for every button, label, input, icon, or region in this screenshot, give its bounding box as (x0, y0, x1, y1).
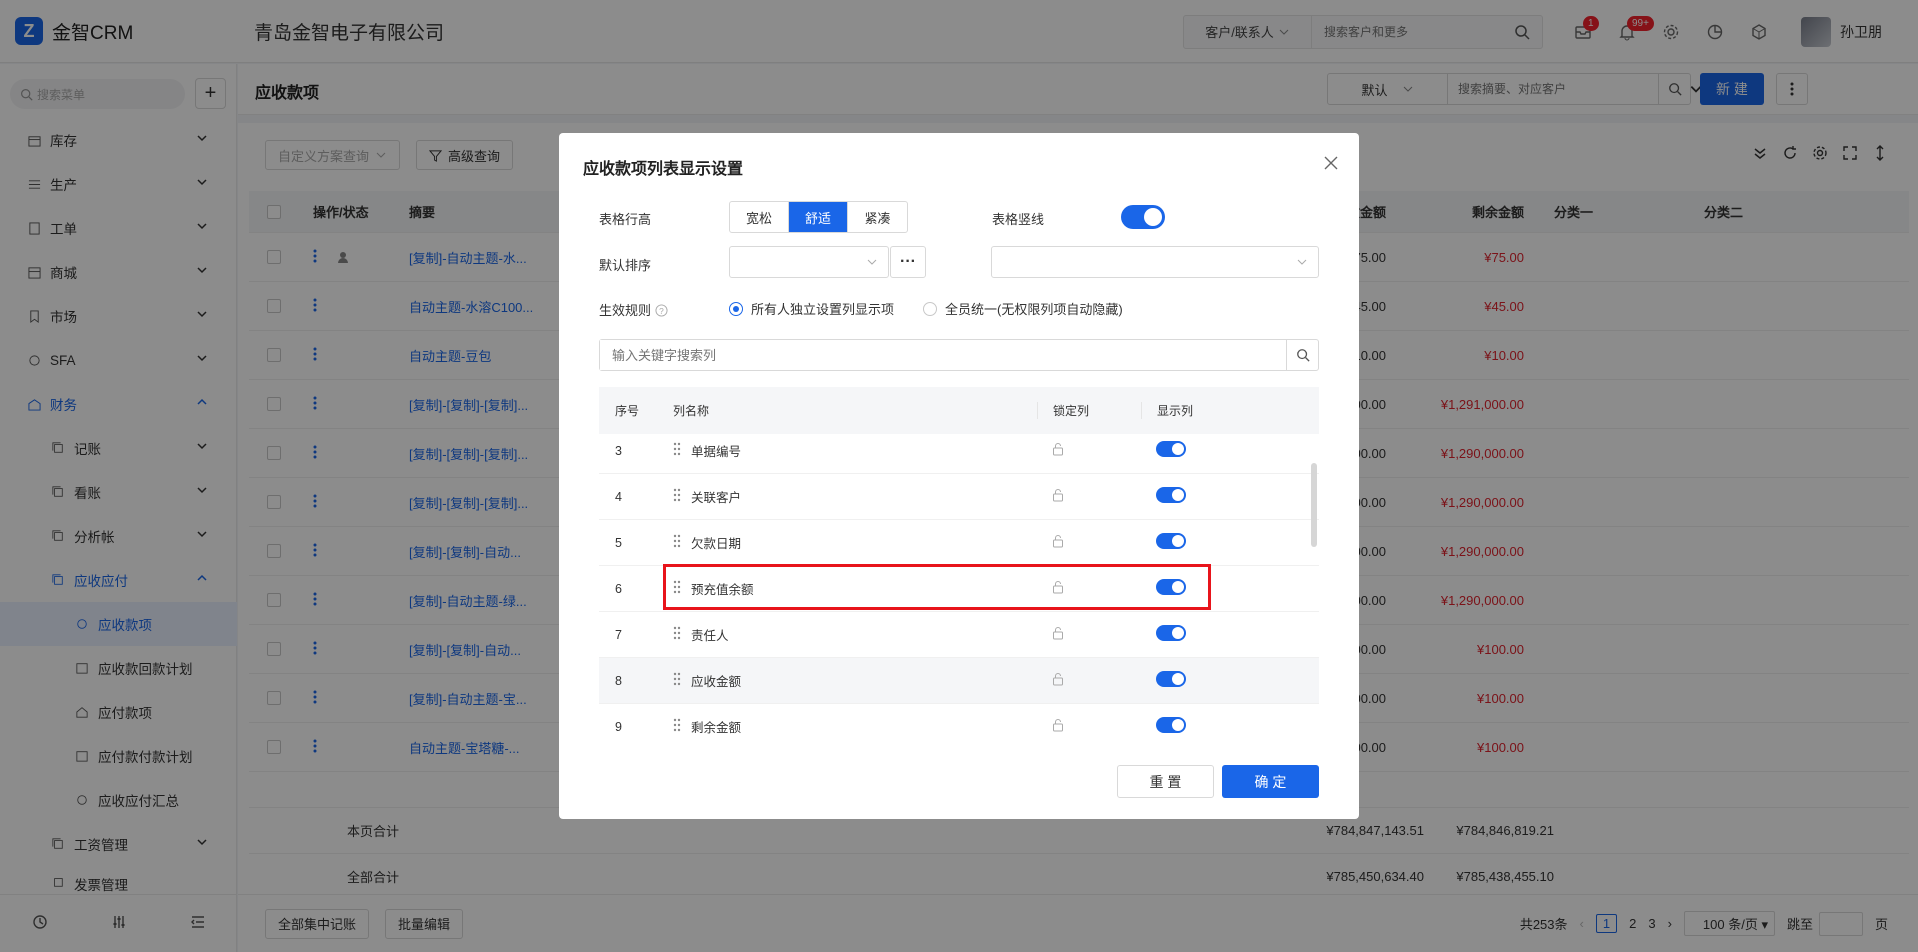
close-icon[interactable] (1321, 153, 1341, 173)
show-column-toggle[interactable] (1156, 441, 1186, 457)
column-name: 剩余金额 (691, 721, 742, 735)
unlock-icon[interactable] (1052, 718, 1064, 732)
sort-field-select[interactable] (729, 246, 889, 278)
column-index: 9 (615, 719, 622, 734)
column-index: 6 (615, 581, 622, 596)
header-show: 显示列 (1141, 402, 1311, 419)
column-index: 5 (615, 535, 622, 550)
column-row[interactable]: 4 关联客户 (599, 474, 1319, 520)
column-name-cell: 应收金额 (673, 671, 1037, 690)
header-lock: 锁定列 (1037, 402, 1141, 419)
help-icon: ? (655, 304, 668, 317)
default-sort-label: 默认排序 (599, 258, 652, 273)
row-height-loose[interactable]: 宽松 (730, 202, 789, 232)
chevron-down-icon (867, 259, 877, 265)
drag-handle-icon[interactable] (673, 672, 681, 689)
row-height-comfortable[interactable]: 舒适 (789, 202, 848, 232)
chevron-down-icon (1297, 259, 1307, 265)
column-list-scrollbar[interactable] (1311, 463, 1317, 547)
column-name: 关联客户 (691, 491, 742, 505)
show-column-toggle[interactable] (1156, 671, 1186, 687)
column-index: 7 (615, 627, 622, 642)
column-row[interactable]: 8 应收金额 (599, 658, 1319, 704)
header-name: 列名称 (673, 404, 710, 418)
show-column-toggle[interactable] (1156, 625, 1186, 641)
unlock-icon[interactable] (1052, 534, 1064, 548)
drag-handle-icon[interactable] (673, 488, 681, 505)
row-height-label: 表格行高 (599, 212, 652, 227)
drag-handle-icon[interactable] (673, 442, 681, 459)
show-column-toggle[interactable] (1156, 717, 1186, 733)
rule-label: 生效规则? (599, 300, 668, 319)
header-no: 序号 (615, 404, 640, 418)
column-name-cell: 欠款日期 (673, 533, 1037, 552)
column-row[interactable]: 3 单据编号 (599, 428, 1319, 474)
column-name-cell: 剩余金额 (673, 717, 1037, 736)
column-row[interactable]: 7 责任人 (599, 612, 1319, 658)
dialog-title: 应收款项列表显示设置 (583, 161, 744, 178)
vertical-line-label: 表格竖线 (992, 212, 1045, 227)
sort-order-select[interactable] (991, 246, 1319, 278)
column-name: 单据编号 (691, 445, 742, 459)
column-list-header: 序号 列名称 锁定列 显示列 (599, 387, 1319, 434)
highlight-box (663, 564, 1211, 610)
search-icon[interactable] (1286, 340, 1318, 370)
rule-unified-radio[interactable]: 全员统一(无权限列项自动隐藏) (923, 299, 1123, 318)
column-name-cell: 关联客户 (673, 487, 1037, 506)
drag-handle-icon[interactable] (673, 718, 681, 735)
column-search-input[interactable] (600, 340, 1286, 370)
unlock-icon[interactable] (1052, 488, 1064, 502)
row-height-segment: 宽松 舒适 紧凑 (729, 201, 908, 233)
drag-handle-icon[interactable] (673, 534, 681, 551)
radio-unchecked (923, 301, 937, 316)
sort-more-button[interactable]: ··· (890, 246, 926, 278)
column-row[interactable]: 5 欠款日期 (599, 520, 1319, 566)
vertical-line-toggle[interactable] (1121, 205, 1165, 229)
rule-individual-radio[interactable]: 所有人独立设置列显示项 (729, 299, 894, 318)
drag-handle-icon[interactable] (673, 626, 681, 643)
row-height-compact[interactable]: 紧凑 (848, 202, 907, 232)
column-index: 8 (615, 673, 622, 688)
show-column-toggle[interactable] (1156, 487, 1186, 503)
column-search (599, 339, 1319, 371)
column-name-cell: 责任人 (673, 625, 1037, 644)
column-index: 4 (615, 489, 622, 504)
column-name-cell: 单据编号 (673, 441, 1037, 460)
radio-checked (729, 301, 743, 316)
reset-button[interactable]: 重 置 (1117, 765, 1214, 798)
column-name: 应收金额 (691, 675, 742, 689)
column-name: 欠款日期 (691, 537, 742, 551)
column-settings-dialog: 应收款项列表显示设置 表格行高 宽松 舒适 紧凑 表格竖线 默认排序 ··· 生… (559, 133, 1359, 819)
column-row[interactable]: 9 剩余金额 (599, 704, 1319, 749)
confirm-button[interactable]: 确 定 (1222, 765, 1319, 798)
column-name: 责任人 (691, 629, 729, 643)
column-index: 3 (615, 443, 622, 458)
unlock-icon[interactable] (1052, 626, 1064, 640)
unlock-icon[interactable] (1052, 672, 1064, 686)
show-column-toggle[interactable] (1156, 533, 1186, 549)
unlock-icon[interactable] (1052, 442, 1064, 456)
svg-text:?: ? (659, 306, 664, 316)
